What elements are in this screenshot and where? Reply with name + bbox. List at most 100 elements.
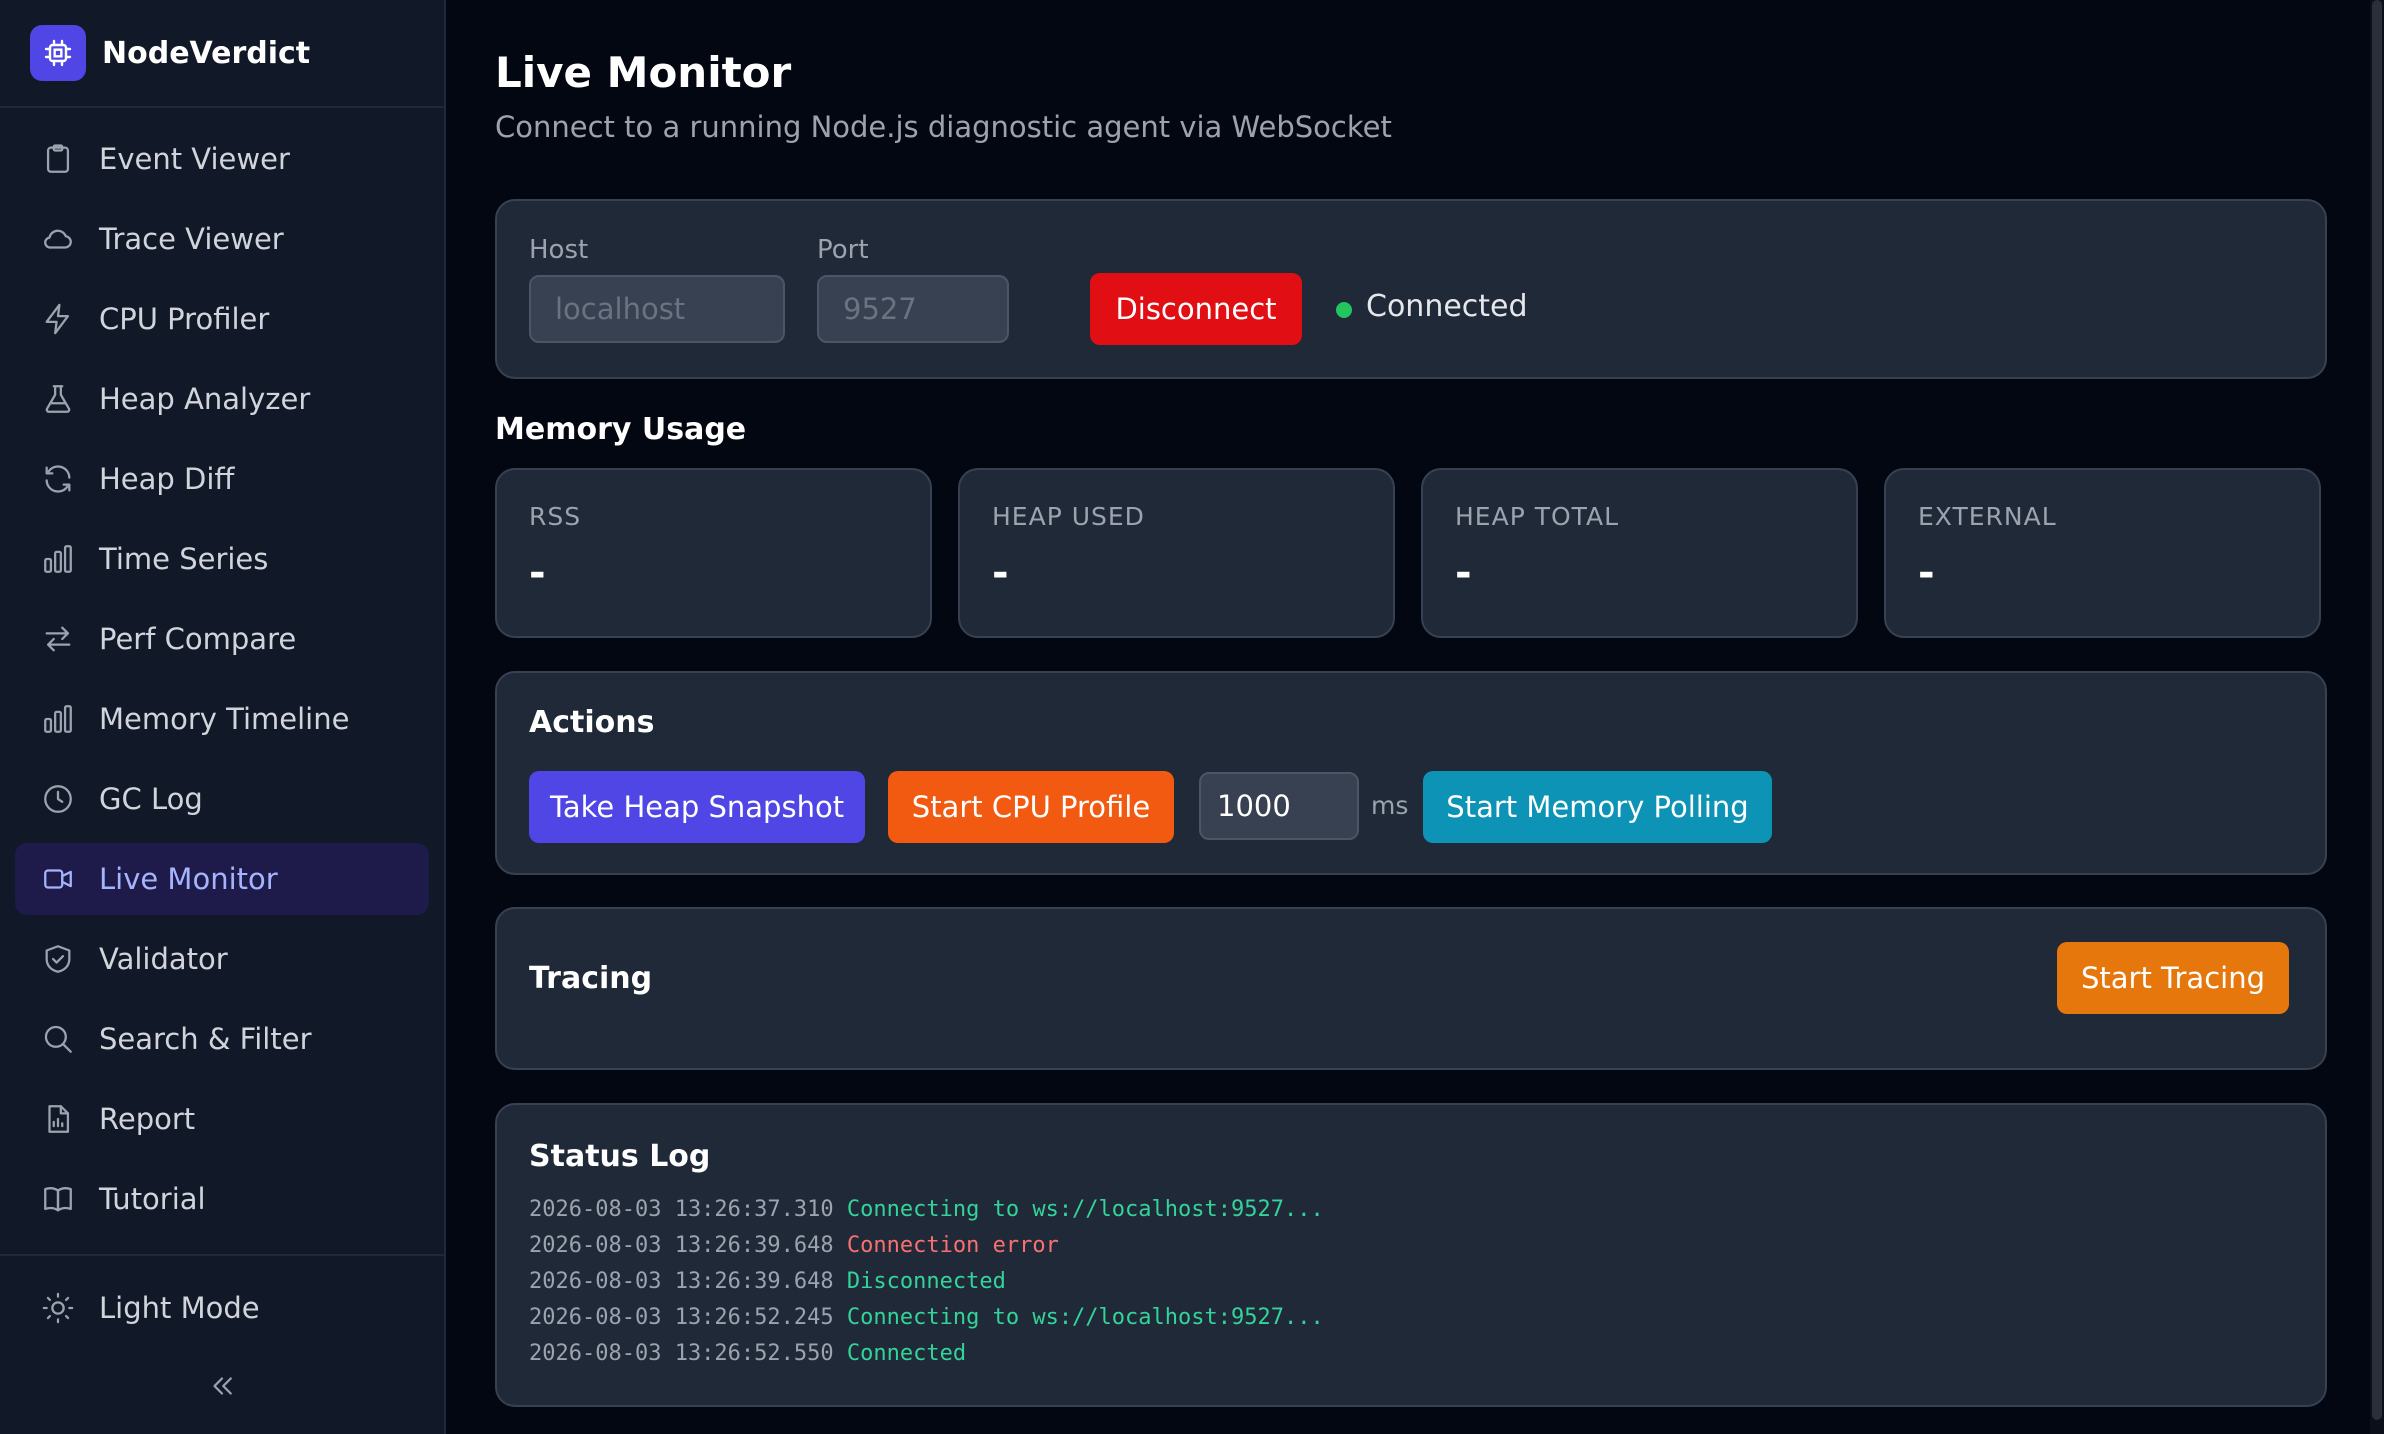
start-cpu-profile-button[interactable]: Start CPU Profile	[888, 771, 1174, 843]
search-icon	[44, 1025, 72, 1053]
clipboard-icon	[46, 144, 70, 173]
page-title: Live Monitor	[495, 48, 792, 97]
stat-label: EXTERNAL	[1918, 502, 2057, 531]
sidebar-item-label: Validator	[99, 942, 228, 976]
tracing-card: Tracing Start Tracing	[495, 907, 2327, 1070]
brand[interactable]: NodeVerdict	[0, 0, 444, 108]
sidebar-item-tutorial[interactable]: Tutorial	[15, 1163, 429, 1235]
memory-usage-title: Memory Usage	[495, 412, 747, 447]
stat-card-heap-used: HEAP USED -	[958, 468, 1395, 638]
stat-value: -	[1455, 550, 1472, 596]
sidebar-item-memory-timeline[interactable]: Memory Timeline	[15, 683, 429, 755]
stat-card-external: EXTERNAL -	[1884, 468, 2321, 638]
actions-card: Actions Take Heap Snapshot Start CPU Pro…	[495, 671, 2327, 875]
log-entry: 2026-08-03 13:26:37.310 Connecting to ws…	[529, 1197, 1324, 1222]
sidebar-item-label: Heap Diff	[99, 462, 235, 496]
take-heap-snapshot-button[interactable]: Take Heap Snapshot	[529, 771, 865, 843]
sidebar-item-label: GC Log	[99, 782, 203, 816]
status-log-card: Status Log 2026-08-03 13:26:37.310 Conne…	[495, 1103, 2327, 1407]
cloud-icon	[44, 229, 72, 249]
book-icon	[44, 1187, 72, 1212]
sidebar-item-perf-compare[interactable]: Perf Compare	[15, 603, 429, 675]
disconnect-button[interactable]: Disconnect	[1090, 273, 1302, 345]
host-input[interactable]: localhost	[529, 275, 785, 343]
document-chart-icon	[48, 1105, 70, 1133]
actions-title: Actions	[529, 705, 655, 740]
sidebar-item-report[interactable]: Report	[15, 1083, 429, 1155]
sidebar-footer	[0, 1254, 444, 1256]
chip-icon	[30, 25, 86, 81]
log-message: Connection error	[846, 1233, 1059, 1258]
main-content: Live Monitor Connect to a running Node.j…	[446, 0, 2384, 1434]
video-icon	[44, 869, 72, 889]
refresh-icon	[45, 465, 71, 493]
log-timestamp: 2026-08-03 13:26:52.550	[529, 1341, 834, 1366]
flask-icon	[45, 385, 71, 413]
log-timestamp: 2026-08-03 13:26:39.648	[529, 1269, 834, 1294]
sidebar-item-label: Heap Analyzer	[99, 382, 311, 416]
sidebar-item-label: Report	[99, 1102, 196, 1136]
clock-icon	[44, 785, 72, 813]
log-timestamp: 2026-08-03 13:26:39.648	[529, 1233, 834, 1258]
theme-toggle[interactable]: Light Mode	[15, 1272, 429, 1344]
sidebar-item-heap-analyzer[interactable]: Heap Analyzer	[15, 363, 429, 435]
sidebar-item-label: Memory Timeline	[99, 702, 350, 736]
polling-interval-input[interactable]: 1000	[1199, 772, 1359, 840]
sidebar-item-validator[interactable]: Validator	[15, 923, 429, 995]
bolt-icon	[45, 303, 70, 335]
sidebar-item-search-filter[interactable]: Search & Filter	[15, 1003, 429, 1075]
sidebar-item-label: Event Viewer	[99, 142, 290, 176]
arrows-swap-icon	[45, 626, 71, 652]
stat-label: HEAP TOTAL	[1455, 502, 1620, 531]
connection-card: Host localhost Port 9527 Disconnect Conn…	[495, 199, 2327, 379]
connection-status: Connected	[1366, 289, 1528, 324]
start-memory-polling-button[interactable]: Start Memory Polling	[1423, 771, 1772, 843]
port-input[interactable]: 9527	[817, 275, 1009, 343]
sun-icon	[42, 1292, 74, 1324]
chevrons-left-icon	[213, 1377, 232, 1395]
stat-label: RSS	[529, 502, 582, 531]
sidebar-item-label: Perf Compare	[99, 622, 297, 656]
sidebar: NodeVerdict Event Viewer Trace Viewer CP…	[0, 0, 446, 1434]
sidebar-item-label: Trace Viewer	[99, 222, 284, 256]
stat-card-rss: RSS -	[495, 468, 932, 638]
log-entry: 2026-08-03 13:26:52.245 Connecting to ws…	[529, 1305, 1324, 1330]
scrollbar-thumb[interactable]	[2372, 0, 2382, 1420]
start-tracing-button[interactable]: Start Tracing	[2057, 942, 2289, 1014]
sidebar-item-cpu-profiler[interactable]: CPU Profiler	[15, 283, 429, 355]
app-name: NodeVerdict	[102, 35, 311, 71]
sidebar-item-gc-log[interactable]: GC Log	[15, 763, 429, 835]
port-label: Port	[817, 235, 869, 265]
sidebar-item-label: CPU Profiler	[99, 302, 270, 336]
status-log-title: Status Log	[529, 1139, 711, 1174]
sidebar-item-heap-diff[interactable]: Heap Diff	[15, 443, 429, 515]
sidebar-item-live-monitor[interactable]: Live Monitor	[15, 843, 429, 915]
log-entry: 2026-08-03 13:26:39.648 Disconnected	[529, 1269, 1006, 1294]
sidebar-item-label: Tutorial	[99, 1182, 206, 1216]
sidebar-item-time-series[interactable]: Time Series	[15, 523, 429, 595]
theme-toggle-label: Light Mode	[99, 1291, 260, 1325]
tracing-title: Tracing	[529, 961, 653, 996]
sidebar-item-trace-viewer[interactable]: Trace Viewer	[15, 203, 429, 275]
shield-check-icon	[45, 945, 71, 973]
page-subtitle: Connect to a running Node.js diagnostic …	[495, 110, 1392, 144]
log-message: Disconnected	[846, 1269, 1006, 1294]
log-entry: 2026-08-03 13:26:52.550 Connected	[529, 1341, 966, 1366]
sidebar-item-label: Time Series	[99, 542, 269, 576]
sidebar-item-label: Live Monitor	[99, 862, 278, 896]
log-entry: 2026-08-03 13:26:39.648 Connection error	[529, 1233, 1059, 1258]
stat-value: -	[529, 550, 546, 596]
collapse-sidebar-button[interactable]	[202, 1366, 242, 1406]
status-dot	[1336, 302, 1352, 318]
stat-value: -	[1918, 550, 1935, 596]
bar-chart-icon	[44, 705, 72, 733]
sidebar-item-label: Search & Filter	[99, 1022, 312, 1056]
log-message: Connected	[846, 1341, 967, 1366]
stat-label: HEAP USED	[992, 502, 1145, 531]
log-timestamp: 2026-08-03 13:26:52.245	[529, 1305, 834, 1330]
interval-unit: ms	[1371, 791, 1409, 820]
log-message: Connecting to ws://localhost:9527...	[846, 1197, 1324, 1222]
stat-value: -	[992, 550, 1009, 596]
host-label: Host	[529, 235, 589, 265]
sidebar-item-event-viewer[interactable]: Event Viewer	[15, 123, 429, 195]
